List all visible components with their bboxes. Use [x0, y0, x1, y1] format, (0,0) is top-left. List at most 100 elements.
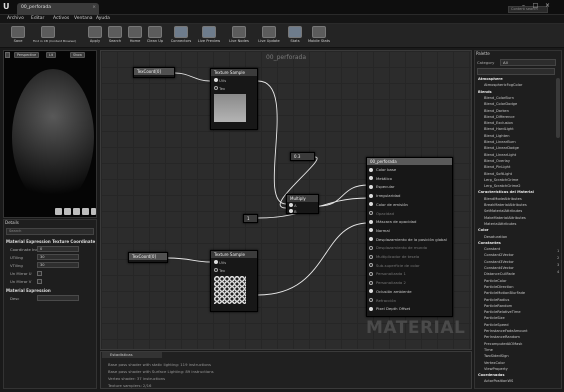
- result-pin-label: Color base: [376, 167, 397, 172]
- wire-texcoord-bottom: [167, 257, 211, 263]
- palette-item[interactable]: Blend_SoftLight: [484, 172, 512, 176]
- texture-preview-top: [214, 94, 246, 122]
- texture-preview-bottom: [214, 276, 246, 304]
- result-pin-icon[interactable]: [369, 193, 373, 198]
- pin-tex-icon[interactable]: [214, 86, 218, 90]
- result-pin-label: Especular: [376, 184, 395, 190]
- palette-item[interactable]: ParticleSpeed: [484, 323, 509, 327]
- stat-line: Base pass shader with static lighting: 1…: [108, 362, 211, 367]
- palette-item[interactable]: Desaturation: [484, 235, 507, 239]
- node-texcoord-bottom[interactable]: TexCoord[0]: [128, 252, 168, 263]
- pin-tex-bottom-icon[interactable]: [214, 268, 218, 272]
- result-pin-icon[interactable]: [369, 271, 373, 276]
- result-pin-label: Desplazamiento de la posición global: [376, 236, 447, 242]
- node-texture-sample-bottom[interactable]: Texture Sample UVs Tex: [210, 250, 258, 312]
- palette-item[interactable]: ParticleColor: [484, 279, 507, 283]
- palette-item[interactable]: AtmosphericFogColor: [484, 83, 522, 87]
- node-multiply[interactable]: Multiply A B: [286, 194, 319, 214]
- palette-item[interactable]: Time: [484, 348, 493, 352]
- palette-category-label: Category: [477, 60, 495, 65]
- palette-item[interactable]: Blend_Exclusion: [484, 121, 513, 125]
- pin-uvs-bottom-icon[interactable]: [214, 260, 218, 264]
- hotkey-label: 2: [557, 256, 560, 260]
- palette-item[interactable]: Blend_HardLight: [484, 127, 514, 131]
- palette-item[interactable]: ParticleMotionBlurFade: [484, 291, 525, 295]
- result-pin-label: Refracción: [376, 297, 396, 303]
- palette-item[interactable]: Blend_Lighten: [484, 134, 510, 138]
- result-pin-icon[interactable]: [369, 245, 373, 250]
- result-pin-icon[interactable]: [369, 254, 373, 259]
- stat-line: Texture samplers: 2/16: [108, 383, 152, 388]
- palette-item[interactable]: Constant: [484, 247, 500, 251]
- result-pin-label: Opacidad: [376, 210, 395, 216]
- palette-item[interactable]: ParticleRandom: [484, 304, 512, 308]
- palette-item[interactable]: Blend_ColorBurn: [484, 96, 514, 100]
- palette-item[interactable]: Blend_Overlay: [484, 159, 510, 163]
- palette-search-input[interactable]: [477, 68, 555, 75]
- palette-category-select[interactable]: All: [500, 59, 556, 66]
- pin-b-icon[interactable]: [289, 209, 293, 213]
- palette-item[interactable]: Blend_LinearDodge: [484, 146, 519, 150]
- node-constant-a-value: 0.3: [291, 153, 314, 160]
- palette-item[interactable]: Blend_LinearLight: [484, 153, 516, 157]
- result-pin-icon[interactable]: [369, 184, 373, 189]
- result-pin-icon[interactable]: [369, 167, 373, 172]
- palette-category[interactable]: Color: [478, 228, 489, 232]
- palette-item[interactable]: Constant3Vector: [484, 260, 514, 264]
- palette-tab[interactable]: Palette: [476, 51, 526, 58]
- result-pin-icon[interactable]: [369, 219, 373, 224]
- palette-item[interactable]: PrecomputedAOMask: [484, 342, 522, 346]
- palette-item[interactable]: Blend_PinLight: [484, 165, 510, 169]
- result-pin-label: Máscara de opacidad: [376, 219, 417, 225]
- palette-item[interactable]: Blend_Darken: [484, 109, 509, 113]
- result-pin-label: Multiplicador de tesela: [376, 254, 420, 259]
- palette-category[interactable]: Atmosphere: [478, 77, 503, 81]
- wire-sample-bottom-to-result: [257, 222, 369, 296]
- palette-item[interactable]: ParticleRadius: [484, 298, 509, 302]
- palette-category[interactable]: Coordenadas: [478, 373, 504, 377]
- palette-item[interactable]: PerInstanceRandom: [484, 335, 520, 339]
- palette-item[interactable]: BreakMaterialAttributes: [484, 203, 527, 207]
- palette-item[interactable]: ActorPositionWS: [484, 379, 513, 383]
- result-pin-icon[interactable]: [369, 211, 373, 215]
- palette-item[interactable]: Blend_ColorDodge: [484, 102, 517, 106]
- stat-line: Vertex shader: 37 instructions: [108, 376, 166, 381]
- stat-line: Base pass shader with Surface Lighting: …: [108, 369, 214, 374]
- palette-item[interactable]: SetMaterialAttributes: [484, 209, 522, 213]
- palette-scrollbar[interactable]: [556, 78, 560, 138]
- node-texcoord-top[interactable]: TexCoord[0]: [133, 67, 175, 78]
- palette-item[interactable]: BlendModeAttributes: [484, 197, 522, 201]
- result-pin-label: Sub-superficie de color: [376, 262, 420, 268]
- palette-item[interactable]: Constant2Vector: [484, 253, 514, 257]
- palette-category[interactable]: Características del Material: [478, 190, 534, 194]
- palette-item[interactable]: MakeMaterialAttributes: [484, 216, 526, 220]
- palette-category[interactable]: Constantes: [478, 241, 501, 245]
- palette-item[interactable]: ParticleSize: [484, 316, 505, 320]
- pin-a-icon[interactable]: [289, 203, 293, 207]
- palette-item[interactable]: ParticleRelativeTime: [484, 310, 521, 314]
- palette-item[interactable]: Constant4Vector: [484, 266, 514, 270]
- palette-item[interactable]: ViewProperty: [484, 367, 508, 371]
- node-constant-a[interactable]: 0.3: [290, 152, 315, 161]
- pin-uvs-icon[interactable]: [214, 78, 218, 82]
- palette-category[interactable]: Blends: [478, 90, 492, 94]
- wire-texcoord-top: [174, 72, 211, 82]
- palette-item[interactable]: DistanceCullFade: [484, 272, 515, 276]
- palette-item[interactable]: Lerp_ScratchGrime: [484, 178, 518, 182]
- result-pin-label: Color de emisión: [376, 201, 408, 207]
- result-pin-icon[interactable]: [369, 280, 373, 285]
- palette-item[interactable]: Blend_LinearBurn: [484, 140, 516, 144]
- result-pin-icon[interactable]: [369, 306, 373, 311]
- palette-item[interactable]: Lerp_ScratchGrime2: [484, 184, 521, 188]
- node-constant-b[interactable]: 1: [243, 214, 258, 223]
- stats-tab[interactable]: Estadísticas: [102, 352, 162, 358]
- result-pin-icon[interactable]: [369, 298, 373, 302]
- palette-item[interactable]: TwoSidedSign: [484, 354, 509, 358]
- palette-item[interactable]: MaterialAttributes: [484, 222, 516, 226]
- palette-item[interactable]: ParticleDirection: [484, 285, 514, 289]
- node-texture-sample-top[interactable]: Texture Sample UVs Tex: [210, 68, 258, 130]
- result-pin-label: Pixel Depth Offset: [376, 306, 411, 312]
- palette-item[interactable]: Blend_Difference: [484, 115, 515, 119]
- palette-item[interactable]: PerInstanceFadeAmount: [484, 329, 528, 333]
- palette-item[interactable]: VertexColor: [484, 361, 505, 365]
